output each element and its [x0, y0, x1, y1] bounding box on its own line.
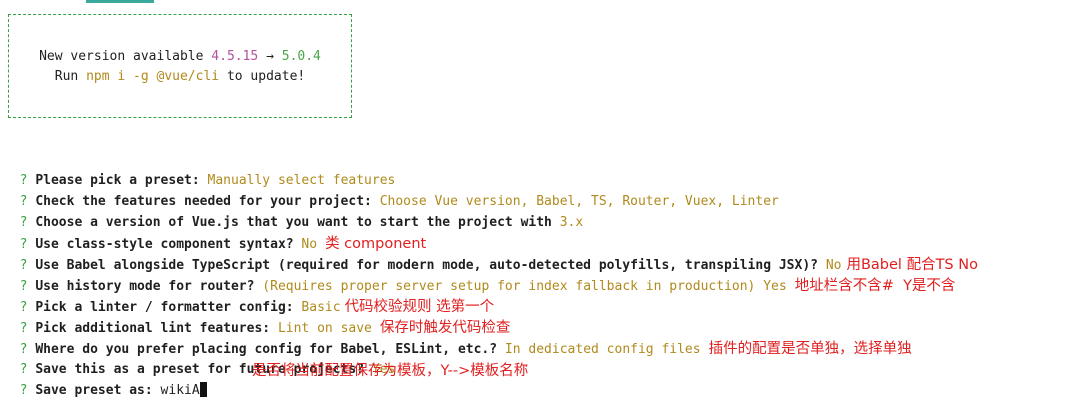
top-accent-bar: [86, 0, 154, 3]
prompt-line-preset: ? Please pick a preset: Manually select …: [4, 151, 396, 188]
prompt-line-save-preset: ? Save this as a preset for future proje…: [4, 340, 396, 377]
prompt-line-linter: ? Pick a linter / formatter config: Basi…: [4, 277, 495, 315]
question-mark-icon: ?: [19, 383, 28, 398]
update-suffix: to update!: [226, 69, 306, 84]
prompt-line-features: ? Check the features needed for your pro…: [4, 172, 779, 209]
prompt-line-babel-ts: ? Use Babel alongside TypeScript (requir…: [4, 235, 978, 273]
text-cursor: [199, 382, 207, 397]
arrow-icon: →: [266, 49, 274, 64]
answer-text: In dedicated config files: [504, 342, 701, 357]
prompt-line-lint-features: ? Pick additional lint features: Lint on…: [4, 298, 511, 336]
update-command: npm i -g @vue/cli: [86, 69, 220, 84]
answer-text: Yes: [763, 279, 787, 294]
command-line: Run npm i -g @vue/cli to update!: [9, 69, 351, 84]
prompt-line-class-style: ? Use class-style component syntax? No 类 …: [4, 214, 427, 252]
run-label: Run: [54, 69, 79, 84]
answer-text: 3.x: [559, 215, 584, 230]
current-version: 4.5.15: [211, 49, 259, 64]
prompt-line-config-placement: ? Where do you prefer placing config for…: [4, 319, 912, 357]
annotation-note: 地址栏含不含# Y是不含: [794, 278, 956, 294]
annotation-note: 插件的配置是否单独，选择单独: [708, 341, 912, 357]
prompt-line-history-mode: ? Use history mode for router? (Requires…: [4, 256, 956, 294]
annotation-note-save-template: 是否将当前配置保存为模板，Y-->模板名称: [252, 363, 529, 379]
version-line: New version available 4.5.15 → 5.0.4: [9, 49, 351, 64]
preset-name-input[interactable]: wikiA: [161, 383, 200, 398]
version-prefix: New version available: [39, 49, 204, 64]
question-text: Save preset as:: [35, 383, 153, 398]
prompt-line-preset-name: ? Save preset as: wikiA: [4, 361, 207, 398]
update-notice-box: New version available 4.5.15 → 5.0.4 Run…: [8, 14, 352, 118]
new-version: 5.0.4: [281, 49, 321, 64]
prompt-line-vue-version: ? Choose a version of Vue.js that you wa…: [4, 193, 584, 230]
